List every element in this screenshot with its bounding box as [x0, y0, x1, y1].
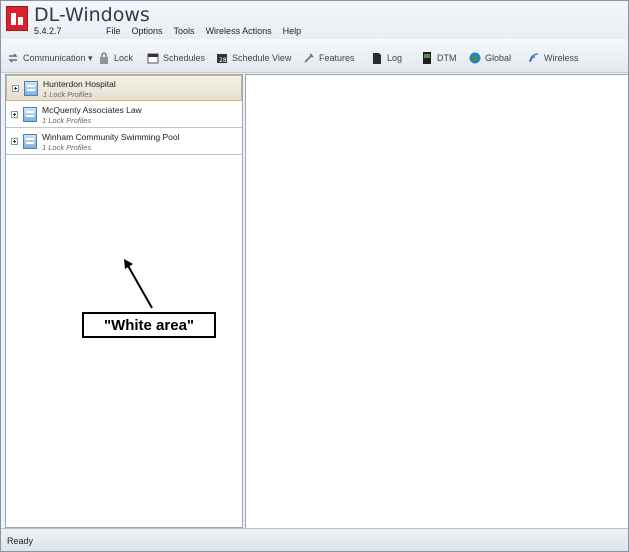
dtm-label: DTM: [437, 53, 457, 63]
features-icon: [303, 52, 315, 64]
wireless-label: Wireless: [544, 53, 579, 63]
menu-tools[interactable]: Tools: [174, 26, 195, 40]
global-label: Global: [485, 53, 512, 63]
wireless-button[interactable]: Wireless: [528, 51, 579, 65]
log-icon: [371, 52, 383, 64]
annotation-arrow-icon: [124, 259, 153, 309]
site-name: Hunterdon Hospital: [43, 79, 116, 89]
lock-label: Lock: [114, 53, 134, 63]
calendar-icon: [147, 52, 159, 64]
site-item-mcquenty-associates-law[interactable]: McQuenty Associates Law 1 Lock Profiles: [6, 102, 242, 128]
app-window: DL-Windows 5.4.2.7 File Options Tools Wi…: [0, 0, 629, 552]
site-item-hunterdon-hospital[interactable]: Hunterdon Hospital 1 Lock Profiles: [6, 75, 242, 101]
lock-icon: [98, 52, 110, 64]
features-label: Features: [319, 53, 355, 63]
lock-button[interactable]: Lock: [98, 51, 133, 65]
site-name: McQuenty Associates Law: [42, 105, 142, 115]
dtm-button[interactable]: DTM: [421, 51, 457, 65]
expand-icon[interactable]: [11, 138, 18, 145]
expand-icon[interactable]: [11, 111, 18, 118]
toolbar: Communication ▾ Lock Schedules 28 Schedu…: [1, 39, 628, 73]
global-button[interactable]: Global: [469, 51, 511, 65]
site-name: Winham Community Swimming Pool: [42, 132, 180, 142]
dtm-icon: [421, 52, 433, 64]
schedule-view-label: Schedule View: [232, 53, 292, 63]
detail-panel: [245, 74, 628, 528]
site-icon: [23, 107, 37, 122]
site-lock-profiles: 1 Lock Profiles: [43, 90, 93, 99]
site-lock-profiles: 1 Lock Profiles: [42, 143, 92, 152]
schedules-button[interactable]: Schedules: [147, 51, 205, 65]
log-label: Log: [387, 53, 403, 63]
status-text: Ready: [7, 536, 34, 546]
features-button[interactable]: Features: [303, 51, 355, 65]
schedules-label: Schedules: [163, 53, 206, 63]
app-version: 5.4.2.7: [34, 26, 62, 36]
communication-button[interactable]: Communication ▾: [7, 51, 93, 65]
site-icon: [24, 81, 38, 96]
communication-label: Communication ▾: [23, 52, 93, 63]
menu-wireless-actions[interactable]: Wireless Actions: [206, 26, 272, 40]
app-title: DL-Windows: [34, 4, 150, 26]
site-lock-profiles: 1 Lock Profiles: [42, 116, 92, 125]
schedule-view-icon: 28: [216, 52, 228, 64]
menu-bar: File Options Tools Wireless Actions Help: [106, 26, 301, 40]
menu-file[interactable]: File: [106, 26, 121, 40]
log-button[interactable]: Log: [371, 51, 402, 65]
annotation-label: "White area": [82, 312, 216, 338]
status-bar: Ready: [1, 528, 628, 551]
site-item-winham-community-swimming-pool[interactable]: Winham Community Swimming Pool 1 Lock Pr…: [6, 129, 242, 155]
expand-icon[interactable]: [12, 85, 19, 92]
wireless-icon: [528, 52, 540, 64]
schedule-view-button[interactable]: 28 Schedule View: [216, 51, 291, 65]
svg-text:28: 28: [219, 57, 227, 64]
menu-help[interactable]: Help: [283, 26, 302, 40]
site-icon: [23, 134, 37, 149]
menu-options[interactable]: Options: [132, 26, 163, 40]
app-logo-icon: [6, 6, 28, 31]
globe-icon: [469, 52, 481, 64]
communication-icon: [7, 52, 19, 64]
